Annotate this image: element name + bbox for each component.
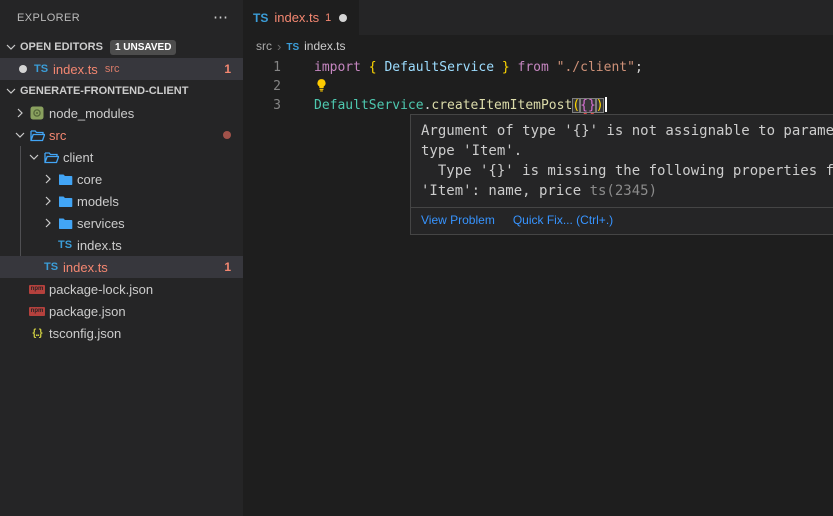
paren-open: (: [572, 98, 580, 113]
brace-open: {: [369, 60, 377, 75]
tree-item-label: models: [77, 194, 119, 209]
tree-item-client[interactable]: client: [0, 146, 243, 168]
tree-item-client-index-ts[interactable]: TS index.ts: [0, 234, 243, 256]
tab-index-ts[interactable]: TS index.ts 1: [243, 0, 359, 35]
method-name: createItemItemPost: [431, 98, 572, 113]
more-actions-icon[interactable]: ⋯: [213, 13, 229, 23]
open-editor-folder-description: src: [105, 63, 120, 75]
module-string: "./client": [557, 60, 635, 75]
breadcrumb-file[interactable]: index.ts: [304, 39, 345, 53]
class-identifier: DefaultService: [314, 98, 424, 113]
code-line-2[interactable]: 2: [243, 77, 833, 96]
keyword-from: from: [518, 60, 549, 75]
tree-item-label: services: [77, 216, 125, 231]
chevron-down-icon: [26, 149, 42, 165]
dirty-indicator-icon[interactable]: [339, 14, 347, 22]
code-line-3[interactable]: 3 DefaultService.createItemItemPost({}): [243, 96, 833, 115]
open-editor-item-index-ts[interactable]: TS index.ts src 1: [0, 58, 243, 80]
typescript-file-icon: TS: [286, 39, 299, 53]
explorer-sidebar: EXPLORER ⋯ OPEN EDITORS 1 UNSAVED TS ind…: [0, 0, 243, 516]
file-tree: node_modules src: [0, 102, 243, 344]
code-line-1[interactable]: 1 import { DefaultService } from "./clie…: [243, 58, 833, 77]
chevron-right-icon: [40, 215, 56, 231]
tree-item-label: package-lock.json: [49, 282, 153, 297]
open-editors-section-header[interactable]: OPEN EDITORS 1 UNSAVED: [0, 36, 243, 58]
tree-item-tsconfig-json[interactable]: {..} tsconfig.json: [0, 322, 243, 344]
error-hover-tooltip: Argument of type '{}' is not assignable …: [410, 114, 833, 235]
code-editor[interactable]: 1 import { DefaultService } from "./clie…: [243, 57, 833, 115]
quick-fix-link[interactable]: Quick Fix... (Ctrl+.): [513, 213, 613, 227]
line-number: 3: [243, 96, 281, 115]
paren-close: ): [596, 98, 604, 113]
unsaved-count-badge: 1 UNSAVED: [110, 40, 177, 55]
folder-icon: [56, 171, 74, 187]
line-number: 1: [243, 58, 281, 77]
tree-item-label: src: [49, 128, 66, 143]
vscode-window: EXPLORER ⋯ OPEN EDITORS 1 UNSAVED TS ind…: [0, 0, 833, 516]
tree-item-label: core: [77, 172, 102, 187]
tree-item-label: tsconfig.json: [49, 326, 121, 341]
project-section-header[interactable]: GENERATE-FRONTEND-CLIENT: [0, 80, 243, 102]
imported-identifier: DefaultService: [384, 60, 494, 75]
chevron-down-icon: [12, 127, 28, 143]
keyword-import: import: [314, 60, 361, 75]
view-problem-link[interactable]: View Problem: [421, 213, 495, 227]
tree-item-label: index.ts: [63, 260, 108, 275]
open-editors-label: OPEN EDITORS: [20, 41, 103, 53]
tree-item-package-lock-json[interactable]: npm package-lock.json: [0, 278, 243, 300]
tree-item-core[interactable]: core: [0, 168, 243, 190]
error-count-badge: 1: [224, 62, 231, 76]
json-braces-icon: {..}: [28, 325, 46, 341]
breadcrumb-separator-icon: ›: [277, 39, 281, 54]
breadcrumb: src › TS index.ts: [243, 35, 833, 57]
chevron-right-icon: [40, 193, 56, 209]
tree-item-label: index.ts: [77, 238, 122, 253]
tree-item-node-modules[interactable]: node_modules: [0, 102, 243, 124]
tree-item-src-index-ts[interactable]: TS index.ts 1: [0, 256, 243, 278]
dirty-indicator-icon[interactable]: [14, 61, 32, 77]
open-editor-filename: index.ts: [53, 62, 98, 77]
chevron-down-icon: [3, 83, 19, 99]
error-message: Argument of type '{}' is not assignable …: [411, 115, 833, 207]
tree-item-models[interactable]: models: [0, 190, 243, 212]
chevron-right-icon: [40, 171, 56, 187]
brace-close: }: [502, 60, 510, 75]
npm-file-icon: npm: [28, 281, 46, 297]
explorer-title: EXPLORER: [17, 12, 80, 24]
npm-file-icon: npm: [28, 303, 46, 319]
tree-item-label: node_modules: [49, 106, 134, 121]
folder-modified-dot: [223, 131, 231, 139]
error-code-reference: ts(2345): [590, 183, 657, 199]
folder-icon: [56, 193, 74, 209]
line-number: 2: [243, 77, 281, 96]
tab-error-count: 1: [325, 12, 331, 24]
typescript-file-icon: TS: [56, 237, 74, 253]
chevron-down-icon: [3, 39, 19, 55]
explorer-header: EXPLORER ⋯: [0, 0, 243, 36]
typescript-file-icon: TS: [32, 61, 50, 77]
tab-bar: TS index.ts 1: [243, 0, 833, 35]
typescript-file-icon: TS: [42, 259, 60, 275]
text-cursor: [605, 97, 607, 112]
tooltip-action-bar: View Problem Quick Fix... (Ctrl+.): [411, 207, 833, 234]
folder-open-icon: [42, 149, 60, 165]
tree-item-label: client: [63, 150, 93, 165]
node-modules-folder-icon: [28, 105, 46, 121]
chevron-right-icon: [12, 105, 28, 121]
editor-group: TS index.ts 1 src › TS index.ts 1 import…: [243, 0, 833, 516]
semicolon: ;: [635, 60, 643, 75]
empty-object-argument: {}: [580, 98, 596, 113]
typescript-file-icon: TS: [253, 9, 268, 27]
project-name-label: GENERATE-FRONTEND-CLIENT: [20, 85, 188, 97]
tree-item-label: package.json: [49, 304, 126, 319]
tree-item-src[interactable]: src: [0, 124, 243, 146]
tab-filename: index.ts: [274, 10, 319, 25]
error-count-badge: 1: [224, 260, 231, 274]
tree-item-services[interactable]: services: [0, 212, 243, 234]
tree-item-package-json[interactable]: npm package.json: [0, 300, 243, 322]
folder-icon: [56, 215, 74, 231]
lightbulb-quickfix-icon[interactable]: [314, 78, 329, 93]
breadcrumb-folder[interactable]: src: [256, 39, 272, 53]
folder-open-icon: [28, 127, 46, 143]
